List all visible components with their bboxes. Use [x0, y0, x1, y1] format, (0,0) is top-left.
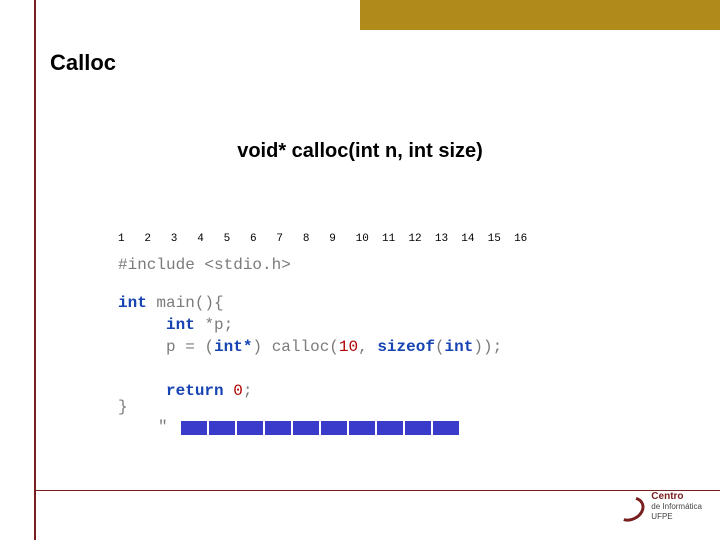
slide-title: Calloc	[50, 50, 116, 76]
return-val: 0	[233, 382, 243, 400]
column-ruler: 1 2 3 4 5 6 7 8 9 10 11 12 13 14 15 16	[118, 228, 527, 250]
decl-star: *	[204, 316, 214, 334]
quote-mark: "	[158, 418, 168, 436]
memory-cell	[376, 420, 404, 436]
memory-cell	[404, 420, 432, 436]
left-vertical-rule	[34, 0, 36, 540]
calloc-name: calloc	[272, 338, 330, 356]
code-area: 1 2 3 4 5 6 7 8 9 10 11 12 13 14 15 16 #…	[118, 228, 527, 402]
memory-cell	[236, 420, 264, 436]
preproc-include: #include	[118, 256, 195, 274]
memory-cell	[264, 420, 292, 436]
bottom-divider	[34, 490, 720, 491]
logo-line1: Centro	[651, 491, 683, 502]
main-parens: ()	[195, 294, 214, 312]
memory-cell	[432, 420, 460, 436]
sizeof-open: (	[435, 338, 445, 356]
memory-cell	[180, 420, 208, 436]
calloc-arg1: 10	[339, 338, 358, 356]
memory-cell	[320, 420, 348, 436]
code-line-main: int main(){	[118, 292, 527, 314]
slide-subtitle: void* calloc(int n, int size)	[0, 140, 720, 163]
code-line-assign: p = (int*) calloc(10, sizeof(int));	[118, 336, 527, 358]
return-kw: return	[166, 382, 224, 400]
memory-cell	[208, 420, 236, 436]
kw-int-2: int	[166, 316, 195, 334]
calloc-close: )	[483, 338, 493, 356]
brace-close: }	[118, 398, 128, 416]
cast-type: int*	[214, 338, 252, 356]
decl-p: p;	[214, 316, 233, 334]
assign-eq: =	[185, 338, 195, 356]
memory-cells-row	[180, 420, 460, 436]
code-line-decl: int *p;	[118, 314, 527, 336]
preproc-header: <stdio.h>	[204, 256, 290, 274]
logo-text: Centro de Informática UFPE	[651, 492, 702, 522]
cast-close: )	[252, 338, 262, 356]
cast-open: (	[204, 338, 214, 356]
code-line-return: return 0;	[118, 380, 527, 402]
ident-main: main	[156, 294, 194, 312]
memory-cell	[292, 420, 320, 436]
assign-p: p	[166, 338, 176, 356]
sizeof-kw: sizeof	[377, 338, 435, 356]
header-accent-bar	[360, 0, 720, 30]
logo-line2: de Informática	[651, 502, 702, 512]
code-main-block: int main(){ int *p; p = (int*) calloc(10…	[118, 292, 527, 402]
kw-int-1: int	[118, 294, 147, 312]
calloc-comma: ,	[358, 338, 368, 356]
calloc-open: (	[329, 338, 339, 356]
slide-root: Calloc void* calloc(int n, int size) 1 2…	[0, 0, 720, 540]
footer-logo: Centro de Informática UFPE	[611, 492, 702, 522]
code-line-blank	[118, 358, 527, 380]
code-line-include: #include <stdio.h>	[118, 254, 527, 276]
stmt-semi: ;	[493, 338, 503, 356]
return-semi: ;	[243, 382, 253, 400]
logo-swoosh-icon	[611, 493, 645, 521]
logo-line3: UFPE	[651, 512, 702, 522]
memory-cell	[348, 420, 376, 436]
sizeof-close: )	[473, 338, 483, 356]
sizeof-type: int	[445, 338, 474, 356]
brace-open: {	[214, 294, 224, 312]
